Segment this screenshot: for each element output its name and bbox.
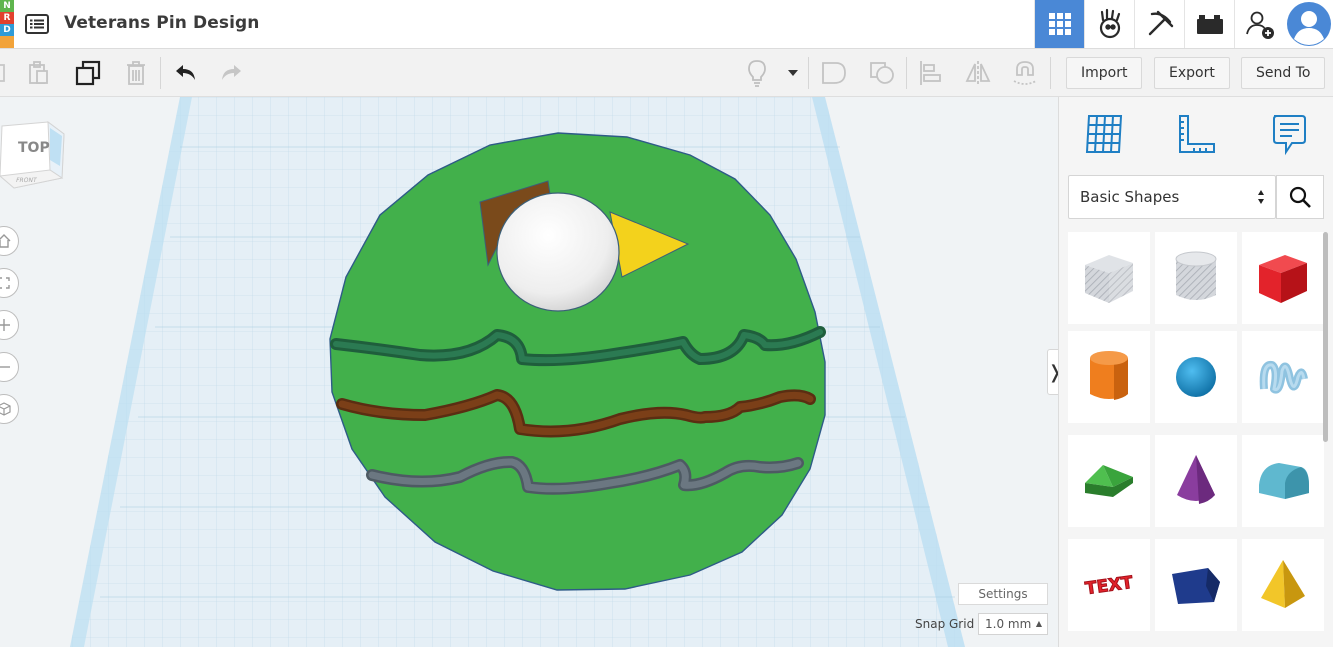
shapes-panel: Basic Shapes TEXT: [1058, 97, 1333, 647]
shape-roof[interactable]: [1068, 435, 1150, 527]
undo-icon[interactable]: [169, 57, 201, 89]
search-icon[interactable]: [1276, 175, 1324, 219]
white-sphere-head: [496, 192, 620, 312]
3d-design-icon[interactable]: [1034, 0, 1084, 48]
snap-grid-value: 1.0 mm: [985, 617, 1032, 631]
logo-letter-d: D: [0, 24, 14, 36]
toolbar-divider: [808, 57, 809, 89]
shape-category-select[interactable]: Basic Shapes: [1068, 175, 1276, 219]
design-title[interactable]: Veterans Pin Design: [64, 13, 259, 33]
snap-grid-select[interactable]: 1.0 mm ▲: [978, 613, 1048, 635]
shape-pyramid[interactable]: [1242, 539, 1324, 631]
duplicate-icon[interactable]: [72, 57, 104, 89]
redo-icon[interactable]: [216, 57, 248, 89]
toolbar-divider: [1050, 57, 1051, 89]
shape-category-value: Basic Shapes: [1080, 188, 1180, 206]
shapes-scrollbar[interactable]: [1323, 232, 1328, 442]
ungroup-icon[interactable]: [866, 57, 898, 89]
cruise-magnet-icon[interactable]: [1009, 57, 1041, 89]
view-cube[interactable]: TOP FRONT: [0, 120, 66, 192]
top-bar: N R D Veterans Pin Design: [0, 0, 1333, 49]
shape-box-hole[interactable]: [1068, 232, 1150, 324]
shape-text[interactable]: TEXT: [1068, 539, 1150, 631]
view-cube-front-label: FRONT: [15, 177, 38, 184]
workplane-canvas[interactable]: TOP FRONT Settings Snap Grid 1.0 mm ▲: [0, 97, 1058, 647]
import-button[interactable]: Import: [1066, 57, 1143, 89]
send-to-button[interactable]: Send To: [1241, 57, 1326, 89]
shape-scribble[interactable]: [1242, 331, 1324, 423]
shape-round-roof[interactable]: [1242, 435, 1324, 527]
circuits-icon[interactable]: [1084, 0, 1134, 48]
notes-dropdown-icon[interactable]: [778, 57, 808, 89]
shape-cylinder[interactable]: [1068, 331, 1150, 423]
toolbar-divider: [160, 57, 161, 89]
select-updown-icon: [1258, 190, 1264, 204]
mirror-icon[interactable]: [962, 57, 994, 89]
delete-icon[interactable]: [120, 57, 152, 89]
pin-design-model[interactable]: [0, 97, 1058, 647]
notes-lightbulb-icon[interactable]: [741, 57, 773, 89]
toolbar-divider: [906, 57, 907, 89]
logo-letter-extra: [0, 36, 14, 48]
copy-icon[interactable]: [0, 57, 14, 89]
user-avatar[interactable]: [1285, 0, 1333, 48]
shape-box[interactable]: [1242, 232, 1324, 324]
add-user-icon[interactable]: [1234, 0, 1284, 48]
ruler-icon[interactable]: [1171, 109, 1221, 159]
group-icon[interactable]: [818, 57, 850, 89]
edit-toolbar: Import Export Send To: [0, 49, 1333, 97]
notes-comment-icon[interactable]: [1263, 109, 1313, 159]
logo-letter-n: N: [0, 0, 14, 12]
paste-icon[interactable]: [22, 57, 54, 89]
settings-button[interactable]: Settings: [958, 583, 1048, 605]
shape-polygon[interactable]: [1155, 539, 1237, 631]
view-cube-top-label: TOP: [18, 140, 50, 156]
logo-letter-r: R: [0, 12, 14, 24]
workplane-grid-icon[interactable]: [1079, 109, 1129, 159]
shape-sphere[interactable]: [1155, 331, 1237, 423]
align-icon[interactable]: [914, 57, 946, 89]
bricks-icon[interactable]: [1184, 0, 1234, 48]
shape-cone[interactable]: [1155, 435, 1237, 527]
caret-up-icon: ▲: [1035, 619, 1042, 628]
export-button[interactable]: Export: [1154, 57, 1230, 89]
shape-text-label: TEXT: [1084, 573, 1135, 600]
shape-cylinder-hole[interactable]: [1155, 232, 1237, 324]
codeblocks-pickaxe-icon[interactable]: [1134, 0, 1184, 48]
design-list-icon[interactable]: [24, 11, 50, 37]
tinkercad-logo[interactable]: N R D: [0, 0, 14, 48]
snap-grid-label: Snap Grid: [915, 617, 975, 631]
